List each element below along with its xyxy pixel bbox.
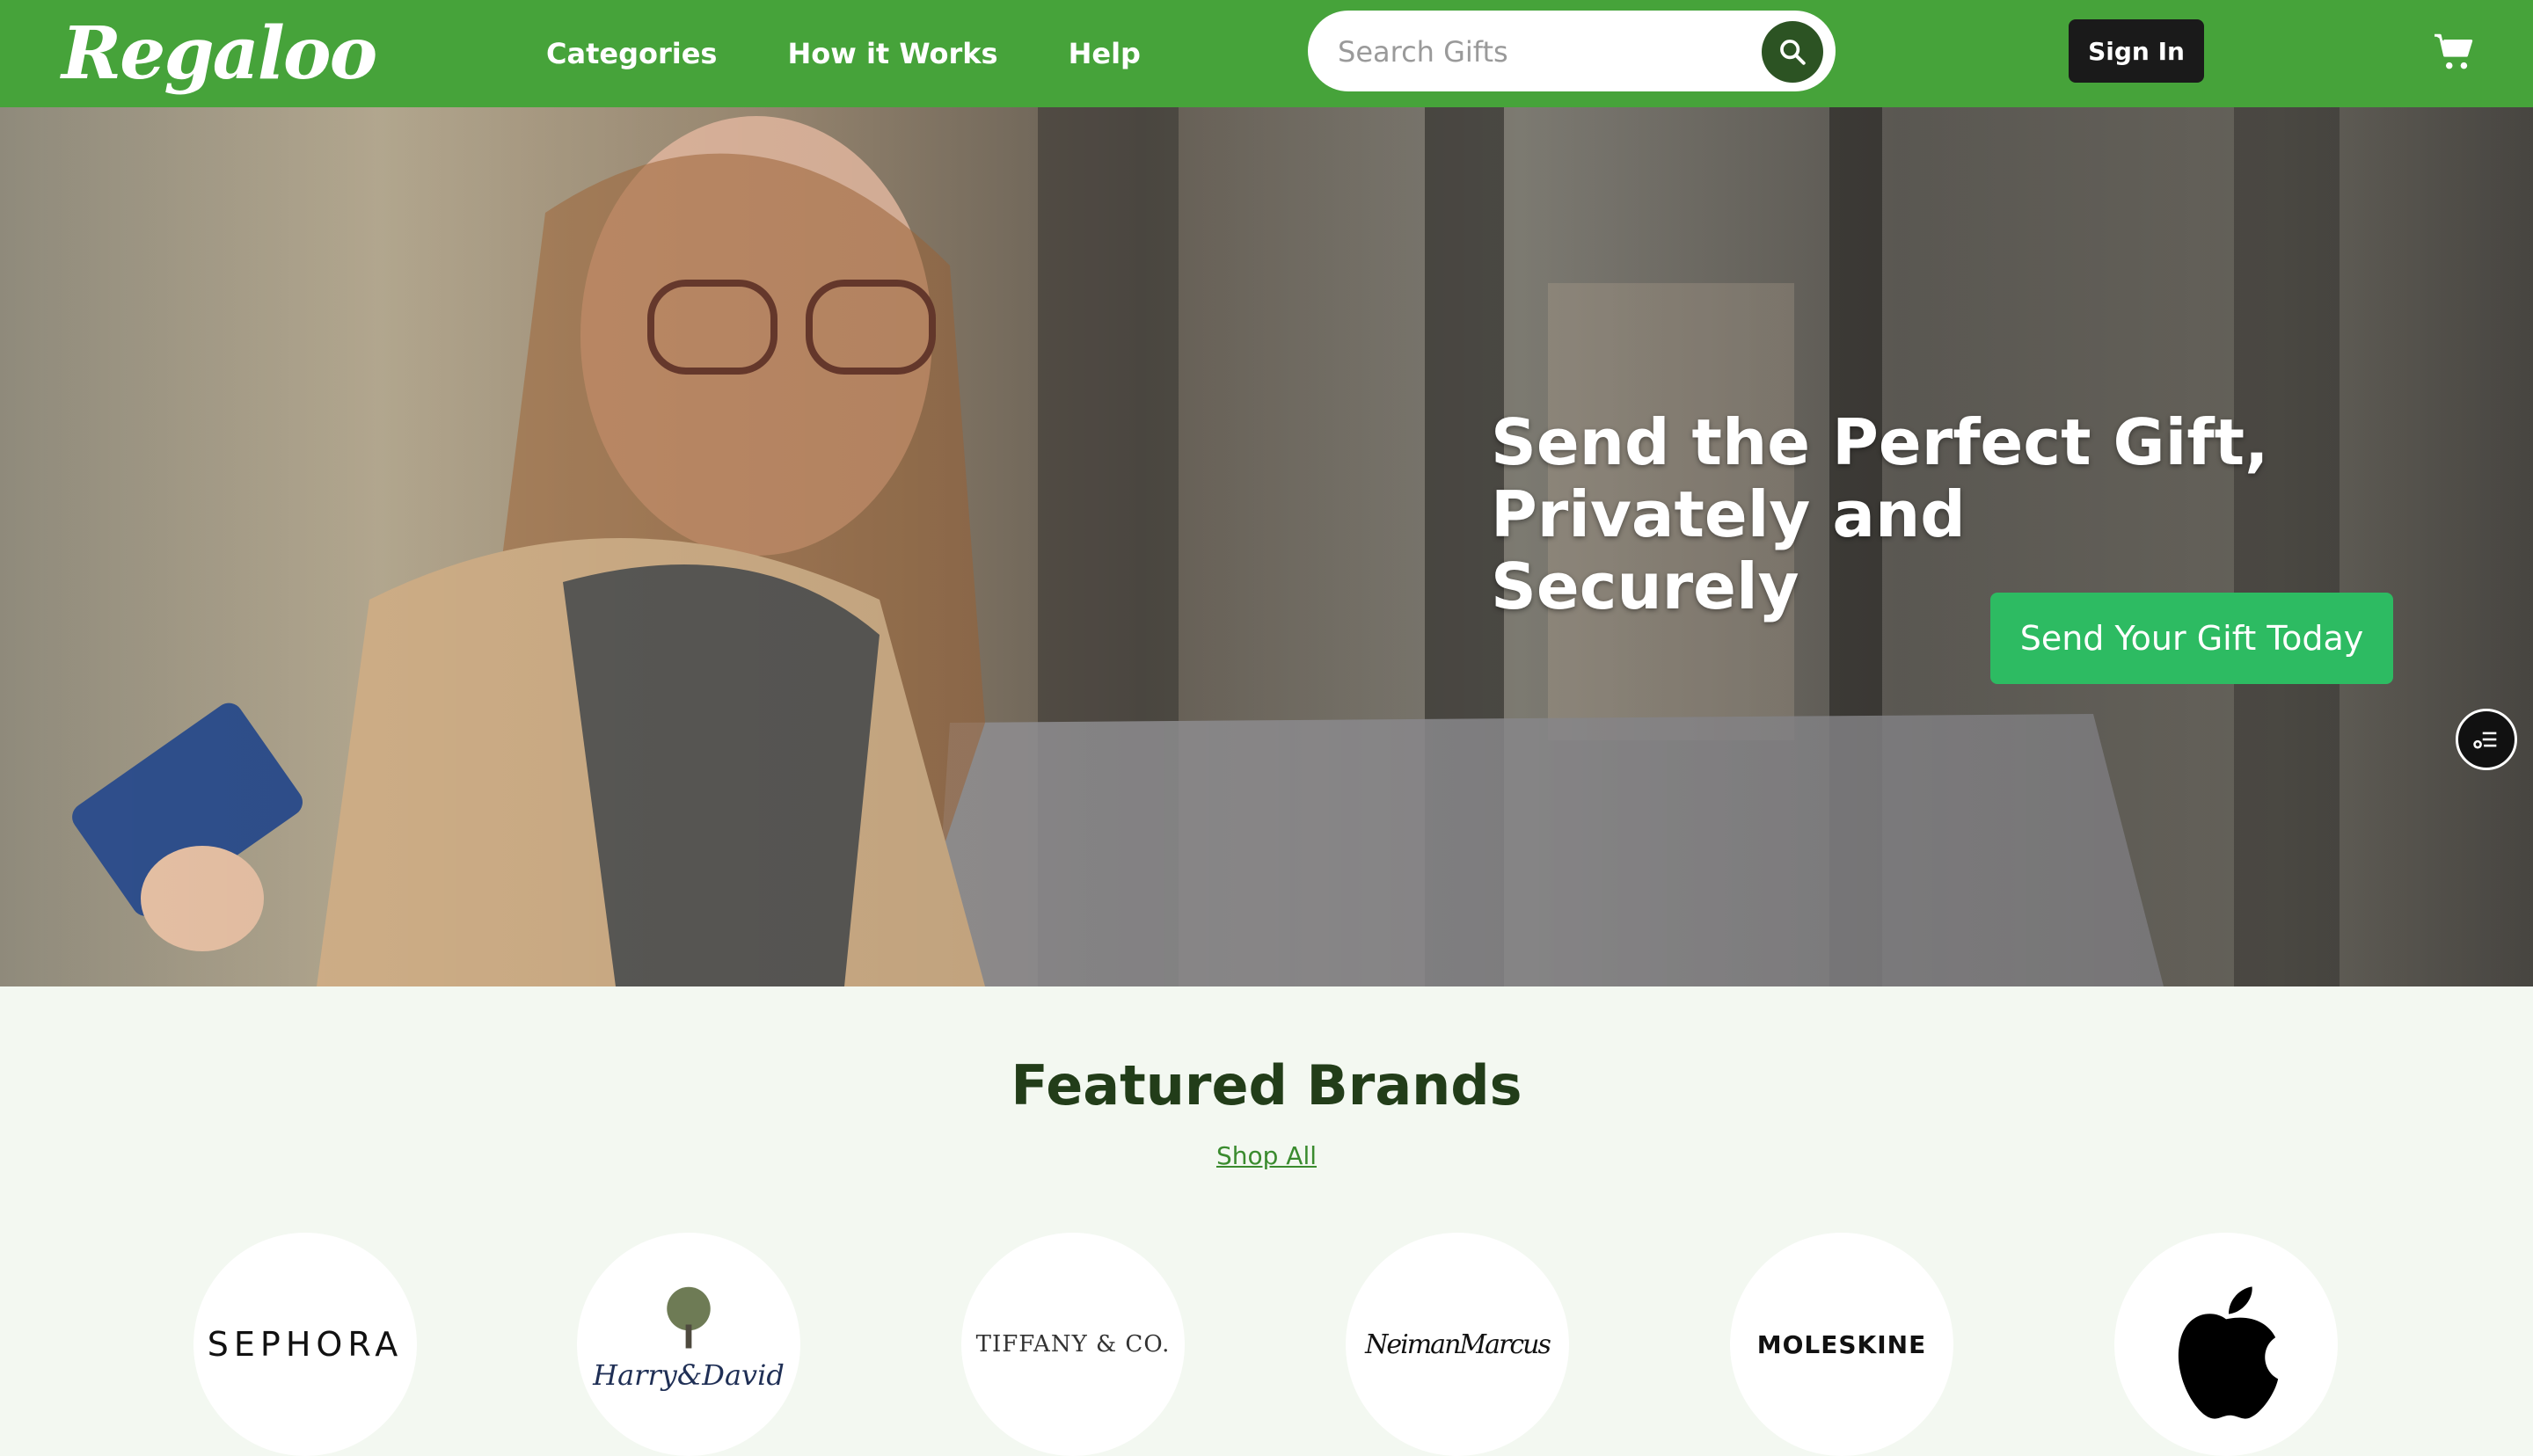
nav-how-it-works[interactable]: How it Works (787, 37, 997, 70)
apple-logo-icon (2178, 1286, 2279, 1419)
featured-brands-title: Featured Brands (1011, 1053, 1522, 1117)
main-nav: Categories How it Works Help (546, 0, 1211, 107)
brand-logo-harry-david: Harry&David (593, 1358, 785, 1392)
search-bar (1308, 11, 1836, 93)
search-icon (1780, 40, 1806, 65)
send-gift-button[interactable]: Send Your Gift Today (1990, 593, 2393, 684)
search-input[interactable] (1336, 11, 1735, 93)
floating-menu-button[interactable] (2456, 709, 2517, 770)
tree-icon (667, 1286, 711, 1349)
hero-title-line1: Send the Perfect Gift, (1491, 405, 2269, 479)
brand-logo-tiffany: TIFFANY & CO. (975, 1331, 1171, 1358)
search-button[interactable] (1762, 21, 1823, 83)
hero-title: Send the Perfect Gift, Privately and Sec… (1491, 406, 2282, 622)
logo-text[interactable]: Regaloo (62, 11, 377, 96)
cart-icon (2434, 33, 2473, 69)
list-icon (2473, 732, 2497, 749)
cart-button[interactable] (2433, 30, 2477, 74)
brand-logo-sephora: SEPHORA (207, 1325, 404, 1364)
brand-logo-neiman-marcus: NeimanMarcus (1365, 1329, 1551, 1360)
shop-all-link[interactable]: Shop All (0, 1141, 2533, 1170)
nav-help[interactable]: Help (1069, 37, 1141, 70)
site-header: Regaloo Categories How it Works Help Sig… (0, 0, 2533, 107)
hero-banner: Send the Perfect Gift, Privately and Sec… (0, 107, 2533, 986)
sign-in-button[interactable]: Sign In (2069, 19, 2204, 83)
logo[interactable]: Regaloo (62, 0, 377, 107)
brand-logo-moleskine: MOLESKINE (1756, 1329, 1927, 1359)
nav-categories[interactable]: Categories (546, 37, 717, 70)
